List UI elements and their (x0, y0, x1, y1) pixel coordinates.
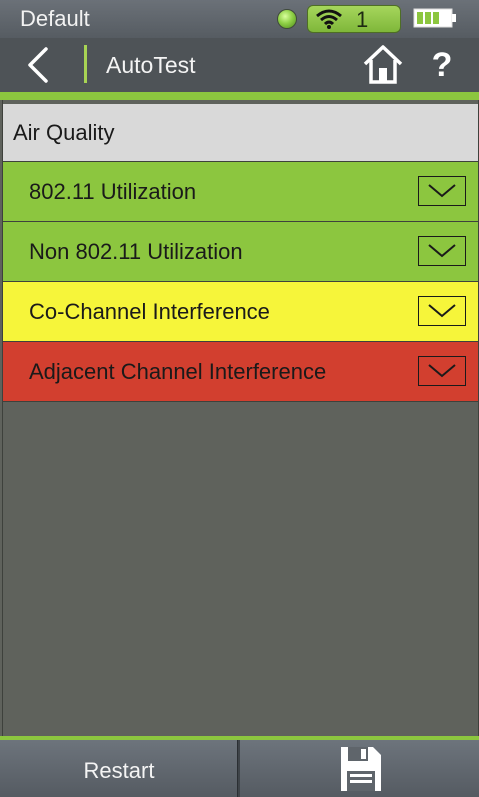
list-item-adjacent-channel-interference[interactable]: Adjacent Channel Interference (3, 341, 478, 402)
page-title: AutoTest (106, 52, 196, 78)
help-button[interactable]: ? (425, 44, 459, 86)
list-item-non-80211-utilization[interactable]: Non 802.11 Utilization (3, 221, 478, 281)
status-bar: Default 1 (0, 0, 479, 38)
help-icon: ? (431, 46, 453, 84)
chevron-down-icon (428, 184, 456, 198)
list-item-80211-utilization[interactable]: 802.11 Utilization (3, 161, 478, 221)
home-icon (363, 45, 403, 84)
wifi-count: 1 (356, 7, 369, 32)
profile-name: Default (20, 6, 90, 31)
restart-label: Restart (83, 758, 155, 783)
bottom-bar: Restart (0, 740, 479, 797)
list-item-co-channel-interference[interactable]: Co-Channel Interference (3, 281, 478, 341)
list-item-label: Non 802.11 Utilization (29, 239, 243, 264)
wifi-status-pill[interactable]: 1 (307, 5, 401, 33)
expand-button[interactable] (418, 296, 466, 326)
chevron-down-icon (428, 244, 456, 258)
save-icon (341, 747, 381, 791)
title-bar: AutoTest ? (0, 38, 479, 92)
expand-button[interactable] (418, 356, 466, 386)
air-quality-panel: Air Quality 802.11 Utilization Non 802.1… (2, 100, 479, 736)
section-title: Air Quality (13, 120, 115, 145)
expand-button[interactable] (418, 236, 466, 266)
back-arrow-icon (28, 47, 48, 83)
chevron-down-icon (428, 304, 456, 318)
save-button[interactable] (240, 740, 479, 797)
battery-icon (413, 8, 456, 28)
status-led-icon (277, 9, 297, 29)
list-item-label: Adjacent Channel Interference (29, 359, 327, 384)
list-item-label: Co-Channel Interference (29, 299, 270, 324)
accent-line (0, 92, 479, 100)
back-button[interactable] (22, 46, 58, 84)
title-divider (84, 45, 87, 83)
wifi-icon (316, 9, 342, 29)
restart-button[interactable]: Restart (0, 740, 238, 797)
list-item-label: 802.11 Utilization (29, 179, 197, 204)
chevron-down-icon (428, 364, 456, 378)
expand-button[interactable] (418, 176, 466, 206)
home-button[interactable] (361, 42, 405, 86)
section-header: Air Quality (3, 104, 478, 162)
